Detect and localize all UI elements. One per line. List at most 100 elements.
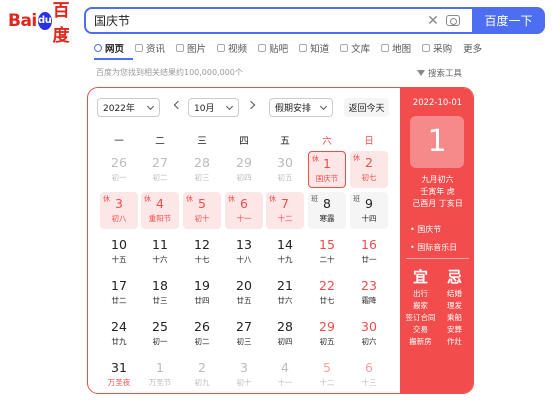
search-input[interactable]: 国庆节	[94, 12, 424, 29]
next-month-icon[interactable]	[246, 100, 256, 110]
day-number: 11	[152, 237, 168, 252]
calendar-card: 2022年 10月 假期安排 返回今天 一二三四五六日 26 初一 27 初二 28 初三 2…	[87, 87, 474, 394]
calendar-day[interactable]: 3 初十	[225, 356, 263, 393]
day-lunar: 国庆节	[315, 174, 339, 183]
calendar-day[interactable]: 22 廿七	[308, 274, 346, 311]
year-select[interactable]: 2022年	[97, 98, 160, 117]
tab-item[interactable]: 地图	[381, 41, 411, 55]
calendar-day[interactable]: 21 廿六	[266, 274, 304, 311]
search-button[interactable]: 百度一下	[472, 7, 545, 34]
calendar-day[interactable]: 休 5 初十	[183, 192, 221, 229]
calendar-day[interactable]: 29 初四	[225, 151, 263, 188]
month-select[interactable]: 10月	[188, 98, 239, 117]
day-number: 17	[111, 278, 127, 293]
camera-icon[interactable]	[442, 15, 464, 26]
day-lunar: 万圣夜	[107, 378, 131, 387]
calendar-day[interactable]: 休 1 国庆节	[308, 151, 346, 188]
calendar-day[interactable]: 30 初六	[350, 315, 388, 352]
tab-label: 视频	[228, 44, 248, 55]
calendar-day[interactable]: 12 十七	[183, 233, 221, 270]
day-number: 6	[365, 360, 373, 375]
calendar-day[interactable]: 休 7 十二	[266, 192, 304, 229]
calendar-day[interactable]: 29 初五	[308, 315, 346, 352]
day-number: 6	[240, 196, 248, 211]
tab-label: 文库	[351, 44, 371, 55]
logo-text: Bai	[8, 11, 37, 31]
calendar-day[interactable]: 休 3 初八	[100, 192, 138, 229]
calendar-day[interactable]: 31 万圣夜	[100, 356, 138, 393]
calendar-day[interactable]: 28 初三	[183, 151, 221, 188]
calendar-day[interactable]: 25 初一	[141, 315, 179, 352]
paw-icon: du	[37, 12, 52, 30]
tab-item[interactable]: 网页	[94, 41, 124, 55]
calendar-day[interactable]: 24 廿九	[100, 315, 138, 352]
festival-item[interactable]: • 国庆节	[410, 224, 441, 235]
tab-item[interactable]: 知道	[299, 41, 329, 55]
day-lunar: 廿六	[277, 296, 293, 305]
clear-icon[interactable]: ✕	[424, 13, 442, 29]
tab-item[interactable]: 资讯	[135, 41, 165, 55]
tab-item[interactable]: 文库	[340, 41, 370, 55]
calendar-day[interactable]: 23 霜降	[350, 274, 388, 311]
calendar-day[interactable]: 26 初二	[183, 315, 221, 352]
calendar-day[interactable]: 26 初一	[100, 151, 138, 188]
month-value: 10月	[194, 104, 215, 114]
back-to-today-button[interactable]: 返回今天	[344, 98, 389, 117]
search-tools-button[interactable]: 搜索工具	[417, 67, 462, 79]
ji-item: 乘船	[447, 313, 462, 322]
calendar-day[interactable]: 10 十五	[100, 233, 138, 270]
calendar-day[interactable]: 2 初九	[183, 356, 221, 393]
day-lunar: 初四	[236, 173, 252, 182]
tab-item[interactable]: 图片	[176, 41, 206, 55]
day-lunar: 初三	[194, 173, 210, 182]
calendar-day[interactable]: 20 廿五	[225, 274, 263, 311]
day-number: 8	[323, 196, 331, 211]
day-number: 30	[277, 155, 293, 170]
day-lunar: 初十	[236, 378, 252, 387]
calendar-day[interactable]: 休 6 十一	[225, 192, 263, 229]
calendar-day[interactable]: 18 廿三	[141, 274, 179, 311]
yi-item: 签订合同	[405, 313, 436, 322]
calendar-day[interactable]: 休 2 初七	[350, 151, 388, 188]
festival-item[interactable]: • 国际音乐日	[410, 242, 457, 253]
calendar-day[interactable]: 班 9 十四	[350, 192, 388, 229]
day-number: 25	[152, 319, 168, 334]
calendar-day[interactable]: 19 廿四	[183, 274, 221, 311]
calendar-day[interactable]: 1 万圣节	[141, 356, 179, 393]
tab-label: 图片	[187, 44, 207, 55]
search-box[interactable]: 国庆节 ✕	[84, 7, 472, 34]
calendar-day[interactable]: 30 初五	[266, 151, 304, 188]
calendar-day[interactable]: 16 廿一	[350, 233, 388, 270]
calendar-day[interactable]: 5 十二	[308, 356, 346, 393]
tab-item[interactable]: 贴吧	[258, 41, 288, 55]
calendar-day[interactable]: 28 初四	[266, 315, 304, 352]
day-number: 3	[240, 360, 248, 375]
day-lunar: 十五	[111, 255, 127, 264]
calendar-day[interactable]: 14 十九	[266, 233, 304, 270]
day-lunar: 初一	[152, 337, 168, 346]
calendar-day[interactable]: 17 廿二	[100, 274, 138, 311]
baidu-logo[interactable]: Bai du 百度	[8, 1, 78, 46]
calendar-day[interactable]: 休 4 重阳节	[141, 192, 179, 229]
tab-label: 贴吧	[269, 44, 289, 55]
calendar-day[interactable]: 11 十六	[141, 233, 179, 270]
calendar-day[interactable]: 27 初三	[225, 315, 263, 352]
chevron-down-icon	[225, 102, 234, 111]
calendar-day[interactable]: 15 二十	[308, 233, 346, 270]
prev-month-icon[interactable]	[173, 100, 183, 110]
tab-label: 网页	[105, 44, 125, 55]
tab-item[interactable]: 视频	[217, 41, 247, 55]
holiday-select-value: 假期安排	[275, 104, 312, 114]
calendar-day[interactable]: 27 初二	[141, 151, 179, 188]
day-lunar: 初三	[236, 337, 252, 346]
calendar-day[interactable]: 6 十三	[350, 356, 388, 393]
calendar-day[interactable]: 4 十一	[266, 356, 304, 393]
calendar-day[interactable]: 13 十八	[225, 233, 263, 270]
holiday-select[interactable]: 假期安排	[269, 98, 333, 117]
tab-item[interactable]: 采购	[422, 41, 452, 55]
tab-item[interactable]: 更多	[463, 41, 482, 55]
ji-item: 安葬	[447, 325, 462, 334]
calendar-day[interactable]: 班 8 寒露	[308, 192, 346, 229]
day-number: 2	[365, 155, 373, 170]
year-value: 2022年	[103, 104, 135, 114]
